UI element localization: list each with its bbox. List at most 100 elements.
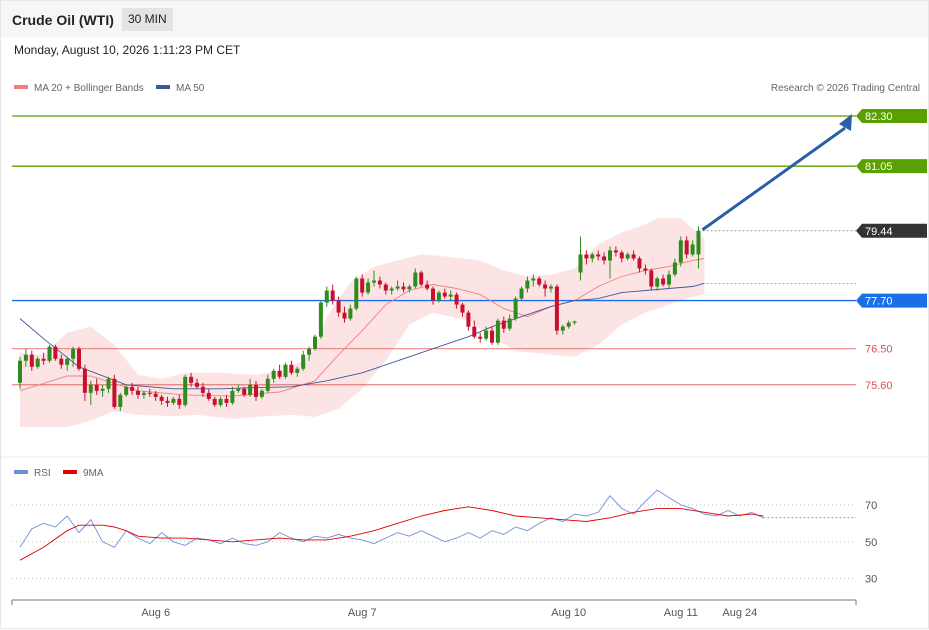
candle-body (53, 346, 58, 359)
candle-body (283, 364, 288, 377)
legend-rsi-ma-swatch (63, 470, 77, 474)
candle-body (259, 390, 264, 397)
candle-body (59, 358, 64, 365)
candle-body (407, 286, 412, 290)
level-label-77-70: 77.70 (865, 296, 893, 308)
candle (77, 346, 81, 371)
level-label-79-44: 79.44 (865, 226, 893, 238)
candle-body (649, 270, 654, 287)
rsi-ma-line (19, 506, 764, 561)
candle-body (690, 244, 695, 255)
candle-body (554, 286, 559, 331)
chart-frame: Crude Oil (WTI) 30 MIN Monday, August 10… (0, 0, 929, 629)
rsi-tick-30: 30 (865, 574, 877, 586)
candle (313, 334, 317, 351)
candle-body (372, 280, 376, 283)
candle-body (130, 386, 135, 391)
candle-body (672, 262, 677, 275)
candle-body (348, 308, 353, 319)
candle-body (82, 368, 87, 393)
candle-body (436, 292, 441, 301)
candle-body (29, 354, 34, 367)
candle-body (289, 364, 294, 373)
candle-body (236, 388, 241, 391)
legend-rsi-swatch (14, 470, 28, 474)
candle-body (572, 321, 577, 323)
candle (678, 236, 683, 267)
candle-body (18, 360, 22, 383)
candle (47, 344, 52, 363)
candle (283, 362, 288, 379)
candle (277, 364, 282, 379)
candle-body (431, 288, 435, 301)
candle-body (118, 394, 123, 407)
projection-arrow (701, 114, 852, 231)
level-labels: 82.30 81.05 79.44 77.70 76.50 75.60 (856, 109, 927, 392)
legend-ma20-swatch (14, 85, 28, 89)
candle-body (366, 282, 371, 293)
candle-body (389, 288, 394, 291)
level-label-82-30: 82.30 (865, 111, 893, 123)
rsi-tick-50: 50 (865, 537, 877, 549)
candle-body (667, 274, 671, 285)
candle-body (313, 336, 317, 349)
candle-body (596, 254, 601, 257)
candle-body (189, 376, 194, 383)
candle-body (218, 398, 223, 405)
bollinger-band (20, 218, 705, 427)
candle (112, 374, 117, 409)
candle-body (147, 392, 152, 394)
candle-body (566, 322, 571, 327)
copyright-label: Research © 2026 Trading Central (771, 83, 920, 94)
candle-body (425, 284, 430, 289)
candle-body (360, 278, 365, 293)
candle-body (401, 286, 406, 290)
candle-body (584, 254, 589, 259)
candle-body (696, 230, 701, 255)
candle-body (248, 384, 253, 395)
candle-body (35, 358, 40, 367)
legend-ma50-swatch (156, 85, 170, 89)
candle-body (578, 254, 583, 273)
level-label-76-50: 76.50 (865, 344, 893, 356)
candle-body (478, 336, 483, 339)
candle-body (655, 278, 660, 287)
candle-body (88, 384, 93, 393)
candle (554, 284, 559, 335)
candle-body (466, 312, 471, 327)
rsi-line (19, 489, 764, 548)
candle-body (342, 312, 347, 319)
candle-body (643, 268, 648, 271)
candle-body (265, 378, 270, 391)
candle-body (631, 254, 636, 259)
candle-body (200, 386, 205, 393)
candle-body (495, 320, 500, 343)
candle (466, 310, 471, 331)
candle-body (507, 318, 512, 329)
candle (289, 360, 294, 375)
candle-body (183, 376, 188, 405)
candle-body (490, 330, 494, 343)
candle-body (100, 388, 105, 391)
candle-body (23, 354, 28, 361)
candle-body (513, 298, 518, 319)
candle-body (94, 384, 99, 391)
candle-body (501, 320, 506, 329)
candle-body (141, 392, 146, 395)
candle-body (377, 280, 382, 285)
candle-body (271, 370, 276, 379)
candle-body (324, 290, 329, 303)
candle-body (71, 348, 76, 359)
rsi-panel: 70 50 30 (12, 489, 877, 586)
x-tick-aug-24: Aug 24 (722, 607, 757, 619)
legend-ma20-label: MA 20 + Bollinger Bands (34, 83, 144, 94)
candle-body (625, 254, 630, 259)
candle (513, 296, 518, 321)
candle-body (77, 348, 81, 369)
candle-body (277, 370, 282, 377)
candle-body (301, 354, 306, 369)
legend-rsi-ma-label: 9MA (83, 468, 104, 479)
candle-body (336, 300, 341, 313)
candle-body (590, 254, 595, 259)
candle-body (531, 278, 536, 281)
